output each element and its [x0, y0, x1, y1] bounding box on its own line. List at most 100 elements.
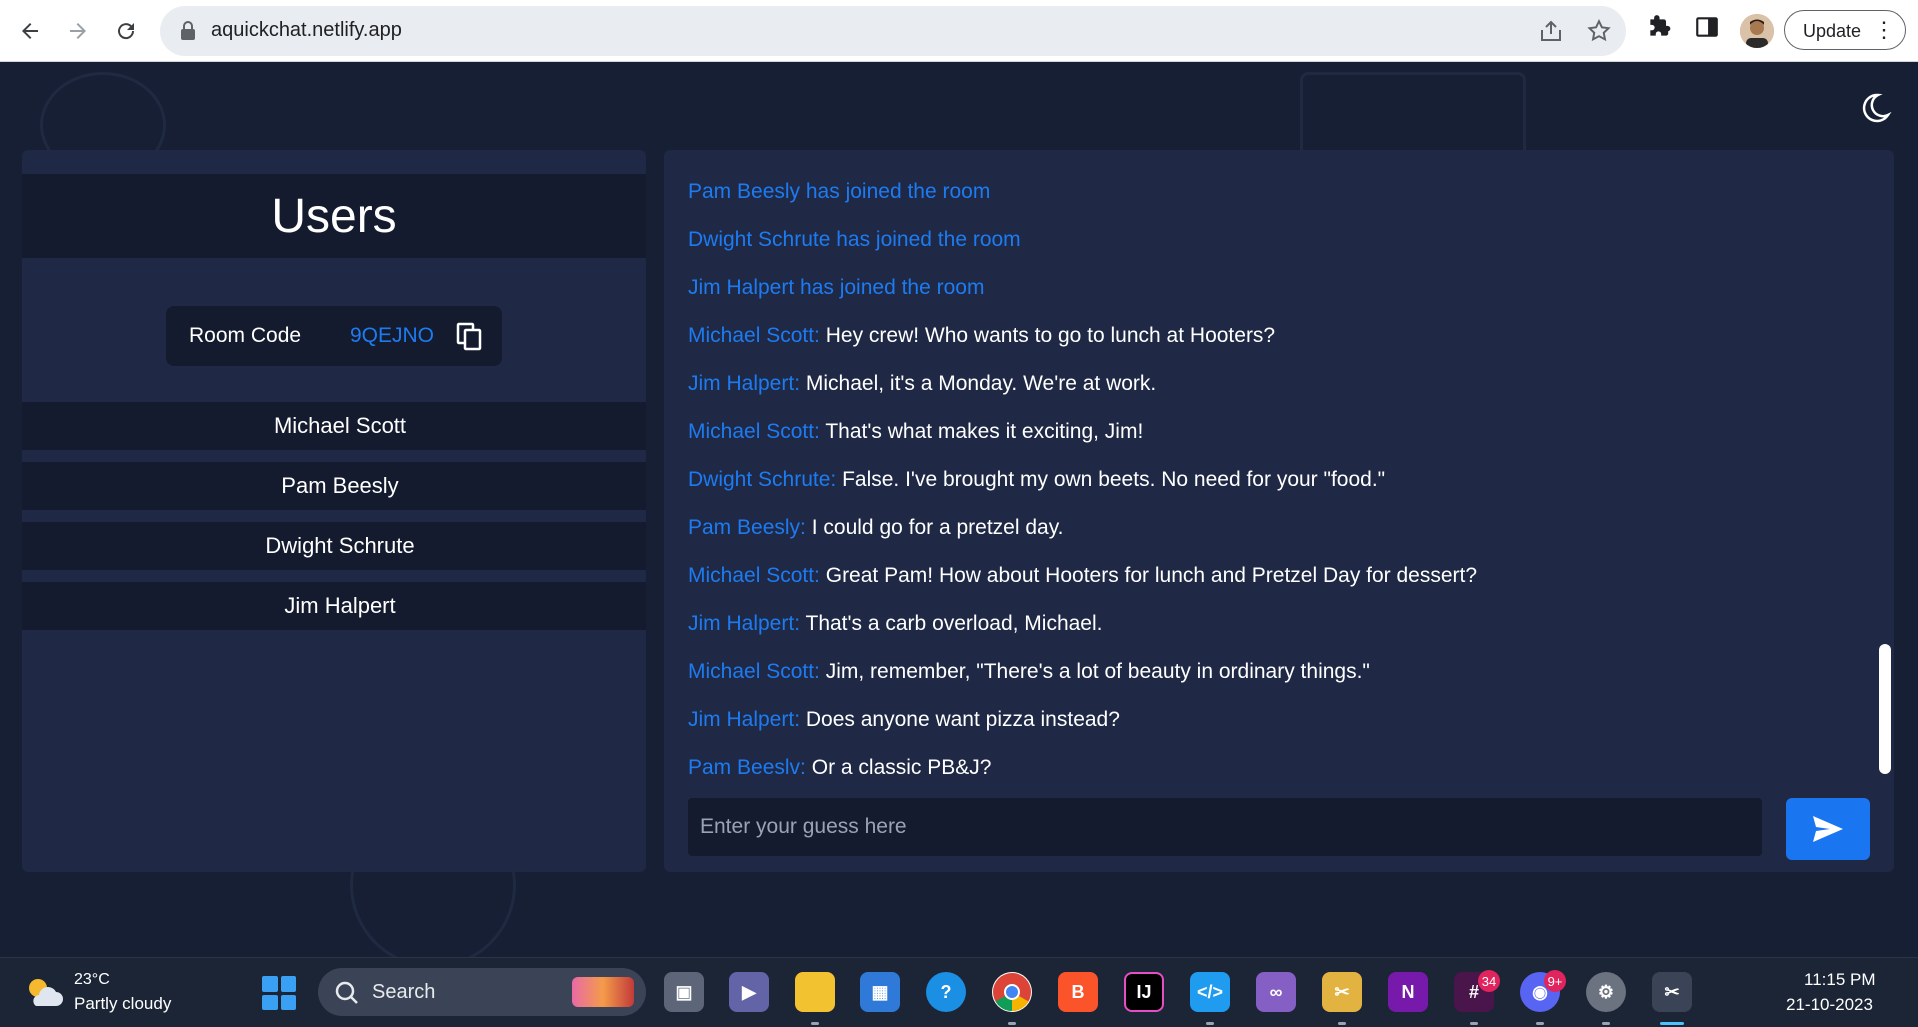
system-message: Pam Beesly has joined the room: [688, 180, 991, 203]
user-list-item: Jim Halpert: [22, 582, 646, 630]
kebab-menu-icon[interactable]: ⋮: [1873, 17, 1895, 43]
message-text: Michael, it's a Monday. We're at work.: [805, 372, 1157, 395]
chrome-logo-icon: [993, 973, 1031, 1012]
address-bar[interactable]: aquickchat.netlify.app: [160, 6, 1626, 56]
chat-message: Pam Beesly: I could go for a pretzel day…: [688, 516, 1064, 540]
partly-cloudy-icon[interactable]: [24, 974, 64, 1010]
app-running-indicator: [1536, 1022, 1544, 1025]
vscode-icon[interactable]: </>: [1190, 972, 1230, 1012]
taskbar: 23°C Partly cloudy Search ▣ ▶ ▦ ? B IJ <…: [0, 957, 1918, 1027]
share-icon[interactable]: [1538, 18, 1564, 44]
update-label: Update: [1803, 21, 1862, 41]
message-sender: Jim Halpert:: [688, 708, 801, 731]
moon-icon[interactable]: [1856, 90, 1892, 126]
user-list-item: Michael Scott: [22, 402, 646, 450]
intellij-icon[interactable]: IJ: [1124, 972, 1164, 1012]
user-name: Dwight Schrute: [265, 533, 415, 558]
message-sender: Michael Scott:: [688, 324, 820, 347]
windows-start-icon[interactable]: [262, 976, 296, 1010]
system-message: Dwight Schrute has joined the room: [688, 228, 1021, 251]
visual-studio-icon[interactable]: ∞: [1256, 972, 1296, 1012]
message-text: Or a classic PB&J?: [811, 756, 992, 779]
back-button[interactable]: [12, 13, 48, 49]
chat-message: Michael Scott: That's what makes it exci…: [688, 420, 1143, 444]
message-text: Does anyone want pizza instead?: [805, 708, 1120, 731]
message-sender: Pam Beeslv:: [688, 756, 806, 779]
side-panel-icon[interactable]: [1694, 14, 1720, 40]
update-button[interactable]: Update ⋮: [1784, 10, 1906, 50]
send-button[interactable]: [1786, 798, 1870, 860]
chat-message: Jim Halpert: That's a carb overload, Mic…: [688, 612, 1102, 636]
weather-temperature[interactable]: 23°C: [74, 971, 110, 989]
slack-notification-badge: 34: [1478, 970, 1500, 992]
message-sender: Michael Scott:: [688, 420, 820, 443]
app-running-indicator: [811, 1022, 819, 1025]
teams-icon[interactable]: ▶: [729, 972, 769, 1012]
browser-toolbar: aquickchat.netlify.app Update ⋮: [0, 0, 1918, 62]
room-code-label: Room Code: [189, 324, 302, 347]
search-highlight-icon: [572, 977, 634, 1007]
copy-icon[interactable]: [456, 322, 484, 352]
tips-icon[interactable]: ?: [926, 972, 966, 1012]
forward-button[interactable]: [60, 13, 96, 49]
message-sender: Pam Beesly:: [688, 516, 806, 539]
users-title: Users: [271, 189, 397, 243]
message-sender: Michael Scott:: [688, 564, 820, 587]
user-name: Jim Halpert: [284, 593, 396, 618]
message-text: Hey crew! Who wants to go to lunch at Ho…: [825, 324, 1276, 347]
user-name: Michael Scott: [273, 413, 407, 438]
guess-input[interactable]: [688, 798, 1762, 856]
message-sender: Jim Halpert:: [688, 372, 801, 395]
room-code-value: 9QEJNO: [350, 324, 435, 347]
clock-time[interactable]: 11:15 PM: [1804, 970, 1876, 990]
weather-description[interactable]: Partly cloudy: [74, 994, 171, 1014]
reload-icon: [118, 23, 135, 40]
lock-icon: [181, 21, 195, 40]
reload-button[interactable]: [108, 13, 144, 49]
bookmark-star-icon[interactable]: [1586, 18, 1612, 44]
snipping-tool-icon[interactable]: ✂: [1652, 972, 1692, 1012]
clock-date[interactable]: 21-10-2023: [1786, 995, 1873, 1015]
profile-avatar[interactable]: [1740, 14, 1774, 48]
chat-panel: Pam Beesly has joined the room Dwight Sc…: [664, 150, 1894, 872]
user-list-item: Dwight Schrute: [22, 522, 646, 570]
chat-message: Michael Scott: Jim, remember, "There's a…: [688, 660, 1370, 684]
file-explorer-icon[interactable]: [795, 972, 835, 1012]
onenote-icon[interactable]: N: [1388, 972, 1428, 1012]
app-running-indicator: [1338, 1022, 1346, 1025]
users-panel: Users Room Code 9QEJNO Michael Scott Pam…: [22, 150, 646, 872]
search-icon: [335, 981, 358, 1004]
chat-message: Dwight Schrute: False. I've brought my o…: [688, 468, 1385, 492]
room-code-box: Room Code 9QEJNO: [166, 306, 502, 366]
app-running-indicator: [1602, 1022, 1610, 1025]
search-label: Search: [372, 981, 436, 1003]
system-message: Jim Halpert has joined the room: [688, 276, 985, 299]
chat-message: Jim Halpert: Michael, it's a Monday. We'…: [688, 372, 1156, 396]
store-icon[interactable]: ▦: [860, 972, 900, 1012]
user-name: Pam Beesly: [281, 473, 399, 498]
users-header: Users: [22, 174, 646, 258]
message-sender: Michael Scott:: [688, 660, 820, 683]
app-running-indicator: [1008, 1022, 1016, 1025]
active-app-indicator: [1660, 1022, 1684, 1025]
chat-message: Michael Scott: Hey crew! Who wants to go…: [688, 324, 1275, 348]
message-text: False. I've brought my own beets. No nee…: [842, 468, 1386, 491]
app-page: Users Room Code 9QEJNO Michael Scott Pam…: [0, 62, 1918, 957]
url-text: aquickchat.netlify.app: [211, 19, 402, 41]
settings-icon[interactable]: ⚙: [1586, 972, 1626, 1012]
brave-icon[interactable]: B: [1058, 972, 1098, 1012]
message-sender: Jim Halpert:: [688, 612, 801, 635]
send-icon: [1813, 816, 1843, 842]
taskbar-search[interactable]: Search: [318, 968, 646, 1016]
message-text: That's what makes it exciting, Jim!: [825, 420, 1144, 443]
chrome-icon[interactable]: [992, 972, 1032, 1012]
chat-message: Pam Beeslv: Or a classic PB&J?: [688, 756, 991, 780]
forward-arrow-icon: [70, 23, 86, 39]
scrollbar-thumb[interactable]: [1879, 644, 1891, 774]
task-view-icon[interactable]: ▣: [664, 972, 704, 1012]
profile-photo-icon: [1740, 14, 1774, 48]
app-running-indicator: [1470, 1022, 1478, 1025]
back-arrow-icon: [22, 23, 38, 39]
extensions-icon[interactable]: [1646, 14, 1672, 40]
tools-icon[interactable]: ✂: [1322, 972, 1362, 1012]
